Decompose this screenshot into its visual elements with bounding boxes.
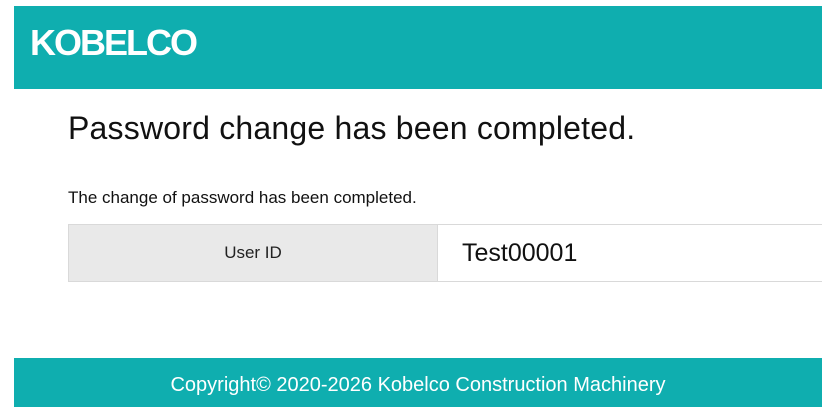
user-id-value: Test00001 <box>438 225 822 281</box>
user-id-label: User ID <box>69 225 438 281</box>
page-title: Password change has been completed. <box>68 110 636 146</box>
user-info-table: User ID Test00001 <box>68 224 822 282</box>
footer-bar: Copyright© 2020-2026 Kobelco Constructio… <box>14 358 822 407</box>
copyright-text: Copyright© 2020-2026 Kobelco Constructio… <box>170 373 666 396</box>
main-content: Password change has been completed. The … <box>68 100 822 282</box>
completion-message: The change of password has been complete… <box>68 188 417 207</box>
header-bar: KOBELCO <box>14 6 822 89</box>
kobelco-logo: KOBELCO <box>30 22 198 63</box>
